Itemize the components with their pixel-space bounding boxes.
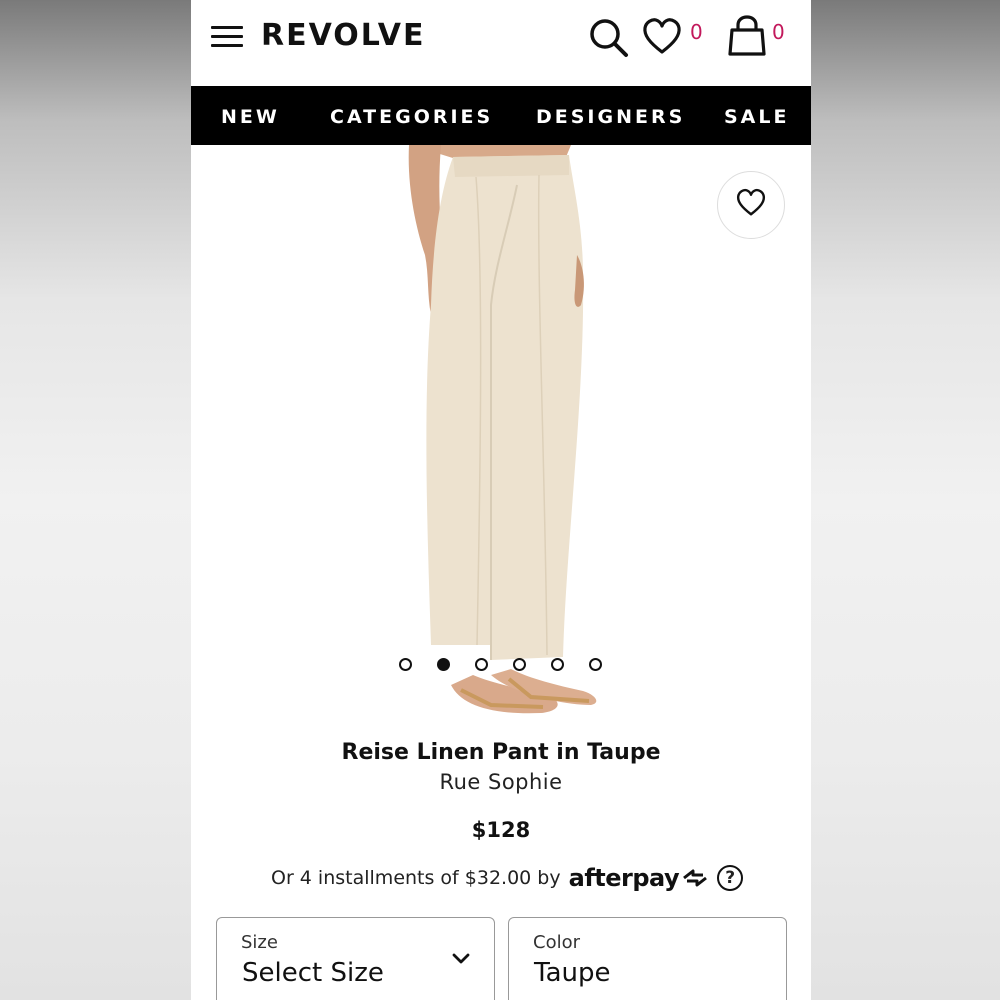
gallery-dot-active[interactable]: [437, 658, 450, 671]
size-label: Size: [241, 932, 278, 953]
gallery-dot[interactable]: [513, 658, 526, 671]
top-header: REVOLVE 0 0: [191, 0, 811, 86]
afterpay-arrows-icon: [681, 867, 709, 889]
installments-text: Or 4 installments of $32.00 by: [271, 867, 561, 889]
wishlist-count-badge: 0: [690, 20, 703, 44]
product-title: Reise Linen Pant in Taupe: [341, 740, 661, 765]
add-to-wishlist-button[interactable]: [717, 171, 785, 239]
gallery-dot[interactable]: [399, 658, 412, 671]
size-select[interactable]: Size Select Size: [216, 917, 495, 1000]
category-nav: NEW CATEGORIES DESIGNERS SALE: [191, 86, 811, 145]
color-label: Color: [533, 932, 580, 953]
afterpay-help-icon[interactable]: ?: [717, 865, 744, 891]
product-price: $128: [471, 818, 531, 842]
revolve-logo[interactable]: REVOLVE: [261, 18, 425, 53]
nav-item-sale[interactable]: SALE: [724, 106, 789, 128]
heart-icon: [735, 188, 767, 223]
shopping-bag-icon[interactable]: [726, 14, 768, 63]
product-gallery[interactable]: [191, 145, 811, 725]
cart-count-badge: 0: [772, 20, 785, 44]
gallery-dot[interactable]: [475, 658, 488, 671]
nav-item-designers[interactable]: DESIGNERS: [536, 106, 685, 128]
afterpay-installments: Or 4 installments of $32.00 by afterpay …: [271, 862, 744, 894]
gallery-dot[interactable]: [589, 658, 602, 671]
heart-icon[interactable]: [641, 17, 683, 62]
gallery-dot[interactable]: [551, 658, 564, 671]
chevron-down-icon: [452, 952, 470, 970]
color-select[interactable]: Color Taupe: [508, 917, 787, 1000]
gallery-pagination: [191, 658, 811, 672]
afterpay-logo: afterpay: [568, 864, 680, 892]
nav-item-new[interactable]: NEW: [221, 106, 280, 128]
search-icon[interactable]: [587, 16, 631, 65]
color-value: Taupe: [534, 958, 611, 988]
nav-item-categories[interactable]: CATEGORIES: [330, 106, 493, 128]
product-photo: [408, 145, 597, 714]
size-value: Select Size: [242, 958, 384, 988]
product-brand[interactable]: Rue Sophie: [191, 770, 811, 794]
menu-icon[interactable]: [211, 26, 243, 50]
phone-screen: REVOLVE 0 0 NEW CATEGORIES DESIGNERS SAL…: [191, 0, 811, 1000]
